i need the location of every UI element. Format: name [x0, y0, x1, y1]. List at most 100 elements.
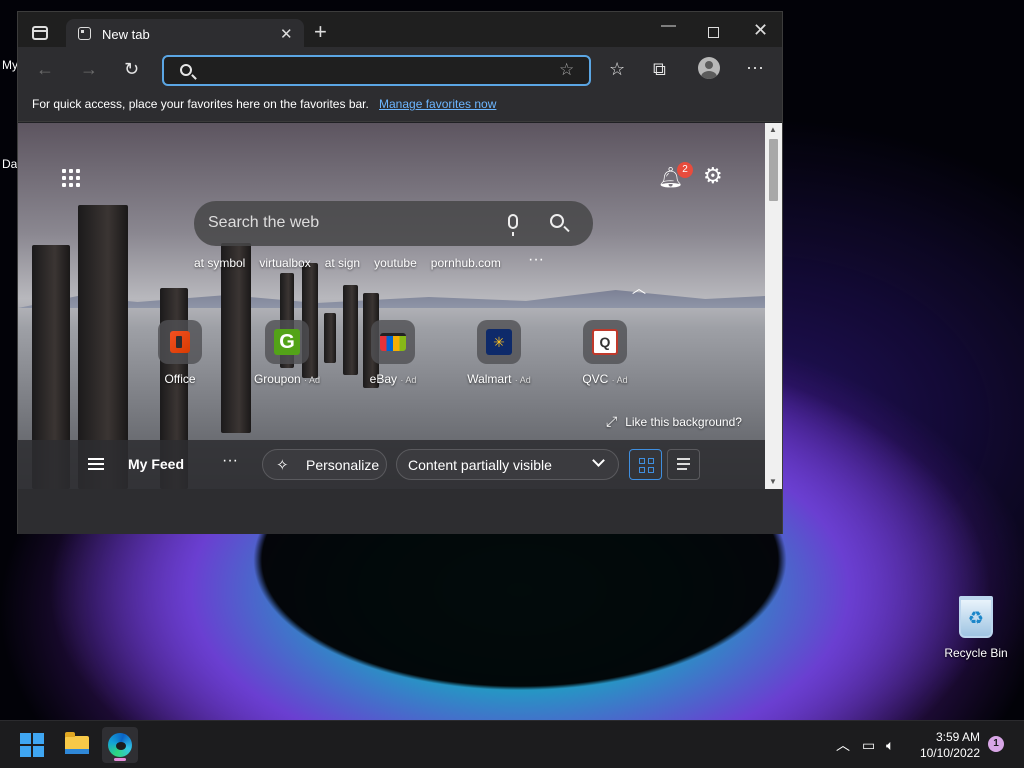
favorites-button[interactable]: ☆ — [609, 59, 625, 79]
tile-label: Office — [164, 372, 196, 386]
feed-bar: My Feed ··· ✧ Personalize Content partia… — [18, 440, 765, 489]
favorites-bar-text: For quick access, place your favorites h… — [32, 97, 369, 111]
ad-label: · Ad — [514, 375, 531, 385]
manage-favorites-link[interactable]: Manage favorites now — [379, 97, 496, 111]
desktop-icon-label-2[interactable]: Da — [2, 157, 17, 171]
new-tab-button[interactable]: + — [314, 21, 327, 43]
suggestion-item[interactable]: youtube — [374, 256, 417, 270]
quick-link-office[interactable]: Office — [135, 320, 225, 386]
hamburger-menu-icon[interactable] — [88, 458, 104, 470]
active-app-indicator — [114, 758, 126, 761]
forward-button[interactable]: → — [80, 59, 98, 79]
edge-browser-window: New tab ✕ + — ✕ ← → ↻ ☆ ☆ ⧉ ··· For quic… — [17, 11, 783, 534]
recycle-bin[interactable]: ♻ Recycle Bin — [940, 596, 1012, 662]
recycle-bin-icon: ♻ — [959, 596, 993, 638]
personalize-button[interactable]: ✧ Personalize — [262, 449, 387, 480]
ad-label: · Ad — [611, 375, 628, 385]
quick-link-groupon[interactable]: G Groupon · Ad — [242, 320, 332, 386]
profile-avatar[interactable] — [698, 57, 720, 79]
groupon-logo-icon: G — [265, 320, 309, 364]
ebay-logo-icon — [371, 320, 415, 364]
close-window-button[interactable]: ✕ — [753, 20, 768, 41]
favorites-bar: For quick access, place your favorites h… — [18, 92, 782, 122]
search-submit-icon[interactable] — [550, 214, 564, 228]
taskbar: ︿ ▭ 🔈︎ 3:59 AM 10/10/2022 1 — [0, 720, 1024, 768]
quick-link-qvc[interactable]: Q QVC · Ad — [560, 320, 650, 386]
volume-icon[interactable]: 🔈︎ — [886, 721, 894, 768]
web-search-box[interactable]: Search the web — [194, 201, 593, 246]
minimize-button[interactable]: — — [661, 17, 676, 34]
address-input[interactable] — [200, 61, 550, 81]
search-icon — [180, 64, 192, 76]
new-tab-page: 🔔︎ 2 ⚙ Search the web at symbol virtualb… — [18, 123, 765, 489]
notification-center-badge[interactable]: 1 — [988, 736, 1004, 752]
feed-more-options-icon[interactable]: ··· — [222, 452, 238, 470]
folder-icon — [65, 732, 89, 754]
file-explorer-button[interactable] — [59, 727, 95, 763]
page-scrollbar[interactable]: ▲ ▼ — [765, 123, 782, 489]
suggestions-more-icon[interactable]: ··· — [528, 251, 544, 269]
microphone-icon[interactable] — [508, 214, 518, 236]
tab-new-tab[interactable]: New tab ✕ — [66, 19, 304, 48]
clock[interactable]: 3:59 AM 10/10/2022 — [910, 729, 980, 761]
edge-logo-icon — [108, 733, 132, 757]
notifications-bell-icon[interactable]: 🔔︎ — [658, 165, 683, 189]
tab-actions-menu-button[interactable] — [32, 26, 48, 40]
expand-arrow-icon: ⤢ — [606, 413, 618, 429]
web-search-placeholder: Search the web — [208, 214, 320, 231]
tile-label: Walmart — [467, 372, 512, 386]
collapse-quick-links-chevron-icon[interactable]: ︿ — [632, 278, 646, 298]
window-bottom-area — [18, 489, 782, 534]
clock-time: 3:59 AM — [935, 730, 980, 744]
suggestion-item[interactable]: pornhub.com — [431, 256, 501, 270]
office-logo-icon — [158, 320, 202, 364]
navigation-toolbar: ← → ↻ ☆ ☆ ⧉ ··· — [18, 47, 782, 92]
collections-button[interactable]: ⧉ — [653, 59, 666, 79]
ad-label: · Ad — [400, 375, 417, 385]
add-favorite-star-icon[interactable]: ☆ — [559, 60, 574, 80]
scroll-down-arrow-icon[interactable]: ▼ — [769, 477, 777, 486]
clock-date: 10/10/2022 — [919, 746, 980, 760]
address-bar[interactable]: ☆ — [162, 55, 591, 86]
show-hidden-icons-chevron-icon[interactable]: ︿ — [836, 721, 850, 768]
scroll-up-arrow-icon[interactable]: ▲ — [769, 125, 777, 134]
tab-title: New tab — [102, 27, 150, 42]
content-visibility-dropdown[interactable]: Content partially visible — [396, 449, 619, 480]
settings-more-button[interactable]: ··· — [746, 57, 764, 77]
my-feed-tab[interactable]: My Feed — [128, 456, 184, 472]
suggestion-item[interactable]: at sign — [325, 256, 360, 270]
start-button[interactable] — [14, 727, 50, 763]
page-settings-gear-icon[interactable]: ⚙ — [703, 163, 723, 189]
recycle-bin-label: Recycle Bin — [944, 646, 1008, 660]
desktop-icon-label-1[interactable]: My — [2, 58, 18, 72]
scrollbar-thumb[interactable] — [769, 139, 778, 201]
ad-label: · Ad — [304, 375, 321, 385]
suggestion-item[interactable]: virtualbox — [259, 256, 310, 270]
windows-logo-icon — [20, 733, 44, 757]
chevron-down-icon — [592, 454, 605, 467]
walmart-logo-icon: ✳ — [477, 320, 521, 364]
app-launcher-icon[interactable] — [62, 169, 80, 187]
personalize-sparkle-icon: ✧ — [276, 457, 289, 474]
suggestion-item[interactable]: at symbol — [194, 256, 245, 270]
refresh-button[interactable]: ↻ — [124, 59, 139, 79]
tile-label: QVC — [582, 372, 609, 386]
search-suggestions: at symbol virtualbox at sign youtube por… — [194, 256, 501, 270]
list-layout-button[interactable] — [667, 449, 700, 480]
tile-label: Groupon — [253, 372, 301, 386]
qvc-logo-icon: Q — [583, 320, 627, 364]
back-button[interactable]: ← — [36, 59, 54, 79]
maximize-button[interactable] — [708, 27, 719, 38]
quick-link-ebay[interactable]: eBay · Ad — [348, 320, 438, 386]
network-icon[interactable]: ▭ — [862, 721, 875, 768]
quick-link-walmart[interactable]: ✳ Walmart · Ad — [454, 320, 544, 386]
new-tab-favicon-icon — [78, 27, 91, 40]
like-background-link[interactable]: ⤢ Like this background? — [606, 413, 742, 430]
grid-layout-button[interactable] — [629, 449, 662, 480]
edge-taskbar-button[interactable] — [102, 727, 138, 763]
tab-close-icon[interactable]: ✕ — [280, 25, 293, 43]
notification-count-badge: 2 — [677, 162, 693, 178]
background-mountains — [18, 290, 765, 308]
title-bar: New tab ✕ + — ✕ — [18, 12, 782, 48]
tile-label: eBay — [369, 372, 397, 386]
